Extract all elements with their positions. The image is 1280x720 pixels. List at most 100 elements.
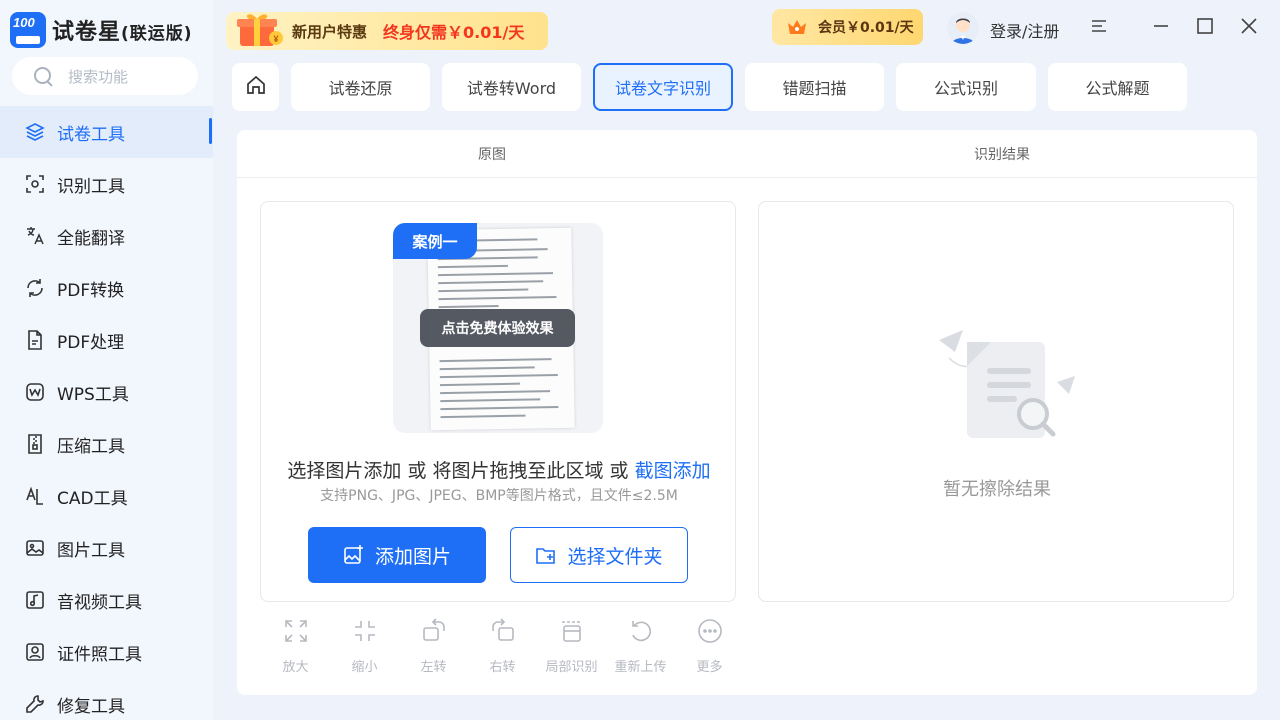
choose-folder-label: 选择文件夹 — [567, 545, 663, 568]
promo-price: 终身仅需￥0.01/天 — [383, 23, 525, 42]
tab-formula-recognition[interactable]: 公式识别 — [896, 63, 1036, 111]
tool-label: 更多 — [696, 660, 723, 675]
tool-label: 局部识别 — [545, 660, 598, 675]
folder-add-icon — [535, 544, 557, 566]
id-photo-icon — [24, 641, 46, 663]
zip-icon — [24, 433, 46, 455]
app-logo: 100 试卷星(联运版) — [10, 12, 193, 48]
result-panel: 暂无擦除结果 — [758, 201, 1234, 602]
tab-wrong-question-scan[interactable]: 错题扫描 — [745, 63, 884, 111]
sidebar-item-id-photo[interactable]: 证件照工具 — [0, 626, 213, 678]
source-column-header: 原图 — [478, 147, 506, 163]
tab-paper-restore[interactable]: 试卷还原 — [291, 63, 430, 111]
sidebar-item-label: CAD工具 — [57, 488, 128, 509]
search-icon — [32, 65, 54, 87]
sidebar-item-label: WPS工具 — [57, 384, 129, 405]
sample-example-card[interactable]: 案例一 点击免费体验效果 — [393, 223, 603, 433]
add-image-icon — [343, 544, 365, 566]
zoom-out-icon — [352, 618, 378, 648]
app-name: 试卷星(联运版) — [52, 20, 193, 45]
sample-tag: 案例一 — [393, 223, 477, 259]
sidebar-item-label: PDF处理 — [57, 332, 125, 353]
rotate-right-button[interactable]: 右转 — [468, 618, 537, 678]
close-button[interactable] — [1237, 16, 1261, 40]
layers-icon — [24, 121, 46, 143]
sidebar-item-pdf-convert[interactable]: PDF转换 — [0, 262, 213, 314]
tool-label: 左转 — [420, 660, 447, 675]
sidebar-item-label: 试卷工具 — [57, 124, 125, 145]
sidebar-item-audio-video[interactable]: 音视频工具 — [0, 574, 213, 626]
zoom-in-button[interactable]: 放大 — [261, 618, 330, 678]
try-sample-button[interactable]: 点击免费体验效果 — [420, 309, 575, 347]
zoom-in-icon — [283, 618, 309, 648]
tool-label: 放大 — [282, 660, 309, 675]
partial-recognition-button[interactable]: 局部识别 — [537, 618, 606, 678]
sidebar-item-label: 证件照工具 — [57, 644, 142, 665]
empty-result-text: 暂无擦除结果 — [943, 479, 1051, 500]
upload-hint: 选择图片添加 或 将图片拖拽至此区域 或 截图添加 — [287, 460, 711, 482]
tool-label: 缩小 — [351, 660, 378, 675]
upload-dropzone[interactable]: 案例一 点击免费体验效果 选择图片添加 或 将图片拖拽至此区域 或 截图添加 支… — [260, 201, 736, 602]
sidebar-item-label: 全能翻译 — [57, 228, 125, 249]
sidebar-item-paper-tools[interactable]: 试卷工具 — [0, 106, 213, 158]
sidebar-item-repair[interactable]: 修复工具 — [0, 678, 213, 720]
close-icon — [1239, 16, 1259, 40]
sidebar-item-pdf-process[interactable]: PDF处理 — [0, 314, 213, 366]
new-user-promo-banner[interactable]: ¥ 新用户特惠 终身仅需￥0.01/天 — [226, 12, 548, 50]
reupload-button[interactable]: 重新上传 — [606, 618, 675, 678]
tab-formula-solve[interactable]: 公式解题 — [1048, 63, 1187, 111]
sidebar-item-wps[interactable]: WPS工具 — [0, 366, 213, 418]
convert-icon — [24, 277, 46, 299]
sidebar-item-label: 图片工具 — [57, 540, 125, 561]
maximize-icon — [1195, 16, 1215, 40]
sidebar-nav: 试卷工具 识别工具 全能翻译 PDF转换 PDF处理 WPS工具 压缩工具 CA… — [0, 106, 213, 720]
crop-icon — [559, 618, 585, 648]
screenshot-add-link[interactable]: 截图添加 — [635, 460, 711, 482]
gift-icon: ¥ — [232, 8, 284, 48]
tool-label: 右转 — [489, 660, 516, 675]
header-divider — [237, 177, 1257, 178]
rotate-right-icon — [490, 618, 516, 648]
sidebar-item-image-tools[interactable]: 图片工具 — [0, 522, 213, 574]
search-input[interactable]: 搜索功能 — [12, 57, 198, 95]
maximize-button[interactable] — [1193, 16, 1217, 40]
add-image-button[interactable]: 添加图片 — [308, 527, 486, 583]
promo-label: 新用户特惠 — [292, 22, 368, 41]
main-panel: 原图 识别结果 案例一 点击免费体验效果 选择图片添加 或 将图片拖拽至此区域 … — [237, 130, 1257, 695]
sidebar: 100 试卷星(联运版) 搜索功能 试卷工具 识别工具 全能翻译 PDF转换 P… — [0, 0, 213, 720]
crown-icon — [786, 17, 808, 37]
vip-button[interactable]: 会员￥0.01/天 — [772, 9, 923, 45]
cad-icon — [24, 485, 46, 507]
scan-icon — [24, 173, 46, 195]
sidebar-item-recognition-tools[interactable]: 识别工具 — [0, 158, 213, 210]
pdf-file-icon — [24, 329, 46, 351]
more-button[interactable]: 更多 — [675, 618, 744, 678]
reupload-icon — [628, 618, 654, 648]
wps-icon — [24, 381, 46, 403]
login-register-link[interactable]: 登录/注册 — [990, 18, 1059, 42]
translate-icon — [24, 225, 46, 247]
empty-document-illustration — [929, 322, 1079, 442]
avatar[interactable] — [947, 12, 979, 44]
result-column-header: 识别结果 — [974, 147, 1030, 163]
choose-folder-button[interactable]: 选择文件夹 — [510, 527, 688, 583]
minimize-icon — [1151, 16, 1171, 40]
vip-price-label: 会员￥0.01/天 — [818, 20, 914, 36]
tab-paper-ocr[interactable]: 试卷文字识别 — [593, 63, 733, 111]
more-icon — [697, 618, 723, 648]
zoom-out-button[interactable]: 缩小 — [330, 618, 399, 678]
supported-formats: 支持PNG、JPG、JPEG、BMP等图片格式，且文件≤2.5M — [320, 488, 678, 504]
sidebar-item-compress[interactable]: 压缩工具 — [0, 418, 213, 470]
app-edition: (联运版) — [121, 24, 193, 44]
sidebar-item-label: 识别工具 — [57, 176, 125, 197]
sidebar-item-translate[interactable]: 全能翻译 — [0, 210, 213, 262]
rotate-left-button[interactable]: 左转 — [399, 618, 468, 678]
tab-paper-to-word[interactable]: 试卷转Word — [442, 63, 581, 111]
sidebar-item-label: PDF转换 — [57, 280, 125, 301]
minimize-button[interactable] — [1149, 16, 1173, 40]
menu-button[interactable] — [1087, 16, 1111, 40]
sidebar-item-label: 音视频工具 — [57, 592, 142, 613]
tab-home[interactable] — [232, 63, 279, 111]
add-image-label: 添加图片 — [374, 545, 451, 568]
sidebar-item-cad[interactable]: CAD工具 — [0, 470, 213, 522]
